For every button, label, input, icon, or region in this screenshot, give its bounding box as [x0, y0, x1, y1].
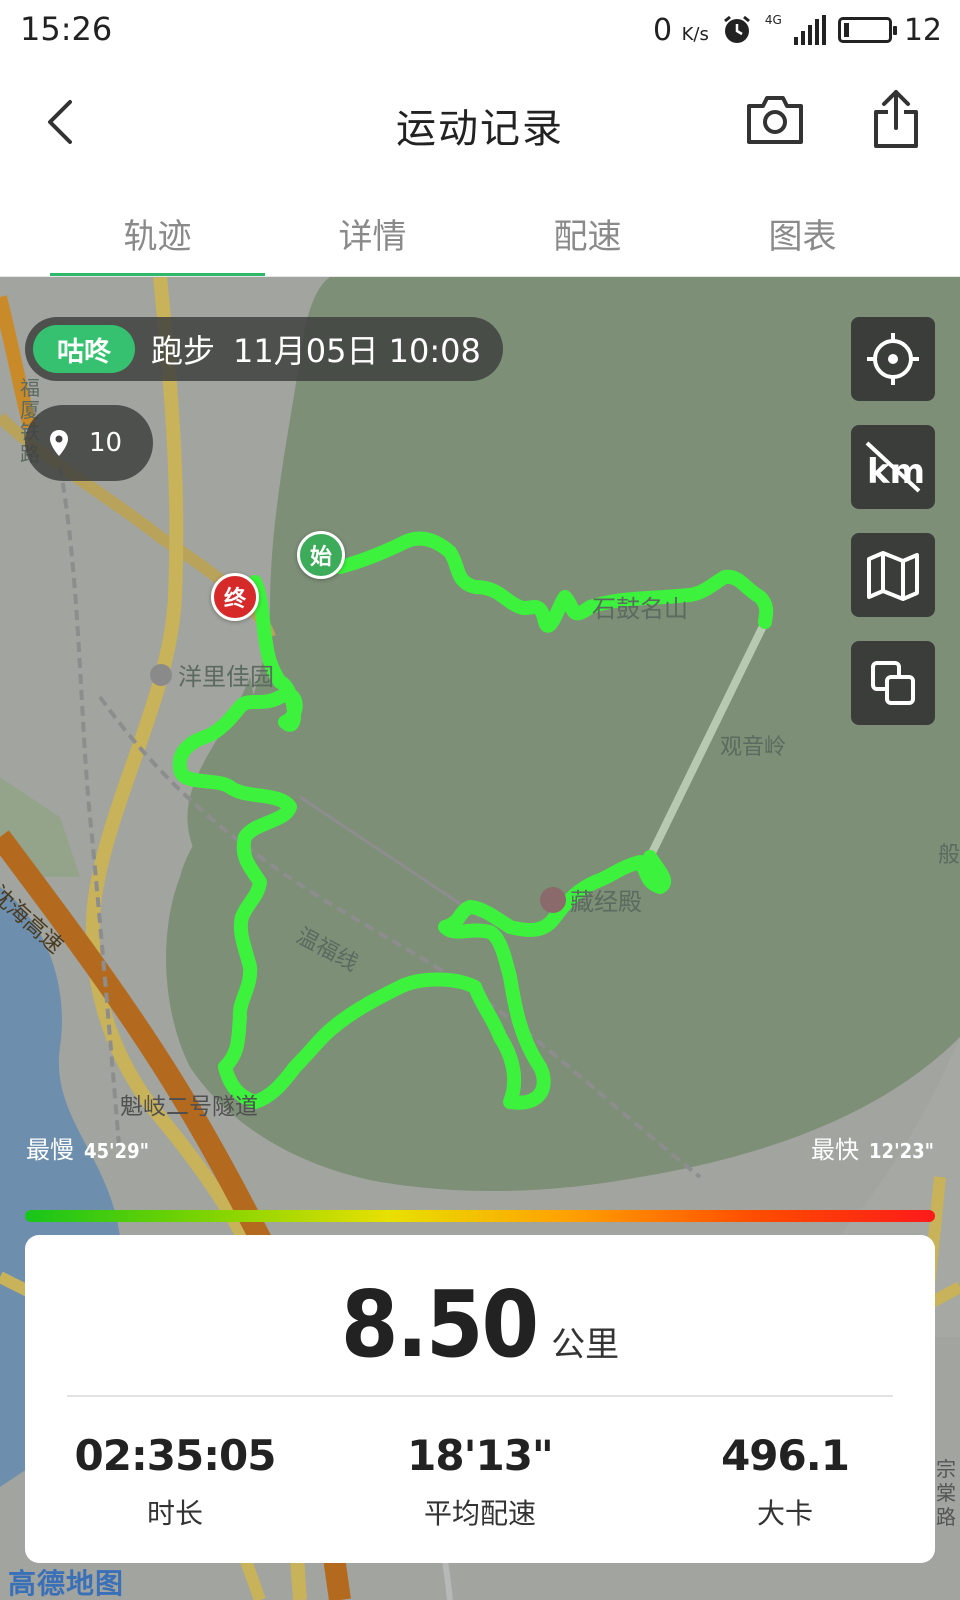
status-bar: 15:26 0 K/s 4G 12 — [0, 0, 960, 62]
activity-date: 11月05日 10:08 — [233, 332, 481, 370]
locate-button[interactable] — [851, 317, 935, 401]
divider — [67, 1395, 893, 1397]
km-toggle-icon: km — [865, 441, 923, 493]
building-icon — [150, 663, 172, 686]
title-bar: 运动记录 — [0, 62, 960, 187]
km-marker-toggle[interactable]: km — [851, 425, 935, 509]
layers-icon — [871, 661, 915, 705]
battery-level: 12 — [903, 12, 942, 48]
pace-gradient-bar — [25, 1210, 935, 1222]
place-label: 观音岭 — [720, 735, 787, 760]
summary-card: 8.50 公里 02:35:05 时长 18'13" 平均配速 496.1 大卡 — [25, 1235, 935, 1563]
distance: 8.50 公里 — [25, 1271, 935, 1378]
tab-track[interactable]: 轨迹 — [50, 187, 265, 276]
stat-value: 18'13" — [407, 1431, 554, 1480]
slowest-pace: 最慢 45'29" — [26, 1136, 149, 1164]
start-marker[interactable]: 始 — [297, 531, 345, 579]
map-type-icon — [867, 551, 919, 601]
page-title: 运动记录 — [396, 106, 564, 152]
network-speed: 0 K/s — [652, 12, 709, 48]
stat-label: 时长 — [146, 1497, 203, 1530]
stat-label: 大卡 — [756, 1497, 813, 1530]
camera-button[interactable] — [745, 92, 809, 152]
end-marker[interactable]: 终 — [211, 573, 259, 621]
share-icon — [874, 90, 918, 148]
stat-avg-pace: 18'13" 平均配速 — [330, 1431, 630, 1532]
stat-duration: 02:35:05 时长 — [25, 1431, 325, 1532]
temple-icon — [540, 886, 566, 913]
brand-badge: 咕咚 — [33, 325, 135, 373]
place-label: 般 — [938, 843, 960, 868]
stat-calories: 496.1 大卡 — [635, 1431, 935, 1532]
tab-bar: 轨迹 详情 配速 图表 — [0, 187, 960, 277]
location-pin-icon — [50, 430, 68, 456]
tab-details[interactable]: 详情 — [265, 187, 480, 276]
place-label: 藏经殿 — [540, 882, 642, 917]
signal-icon — [793, 15, 826, 45]
map-type-button[interactable] — [851, 533, 935, 617]
fastest-pace: 最快 12'23" — [811, 1136, 934, 1164]
place-label: 洋里佳园 — [150, 657, 274, 692]
camera-icon — [747, 96, 803, 144]
photo-count-pill[interactable]: 10 — [25, 405, 153, 481]
distance-unit: 公里 — [551, 1325, 620, 1365]
locate-icon — [867, 333, 919, 385]
activity-info-pill: 咕咚 跑步 11月05日 10:08 — [25, 317, 503, 381]
pace-legend: 最慢 45'29" 最快 12'23" — [26, 1130, 934, 1170]
tab-pace[interactable]: 配速 — [480, 187, 695, 276]
battery-icon — [837, 17, 897, 43]
layers-button[interactable] — [851, 641, 935, 725]
alarm-icon — [723, 15, 750, 43]
place-label: 宗棠路 — [936, 1457, 956, 1529]
stat-value: 02:35:05 — [74, 1431, 277, 1480]
activity-type: 跑步 — [151, 332, 216, 370]
map-attribution-logo: 高德地图 — [8, 1567, 125, 1600]
distance-value: 8.50 — [340, 1271, 539, 1378]
place-label: 石鼓名山 — [592, 595, 688, 623]
share-button[interactable] — [868, 88, 932, 152]
status-icons: 0 K/s 4G 12 — [653, 10, 942, 50]
network-type: 4G — [764, 13, 782, 27]
stat-label: 平均配速 — [423, 1497, 536, 1530]
place-label: 魁岐二号隧道 — [120, 1094, 258, 1120]
tab-charts[interactable]: 图表 — [695, 187, 910, 276]
status-time: 15:26 — [20, 10, 113, 48]
photo-count: 10 — [89, 428, 123, 458]
stat-value: 496.1 — [721, 1431, 850, 1480]
